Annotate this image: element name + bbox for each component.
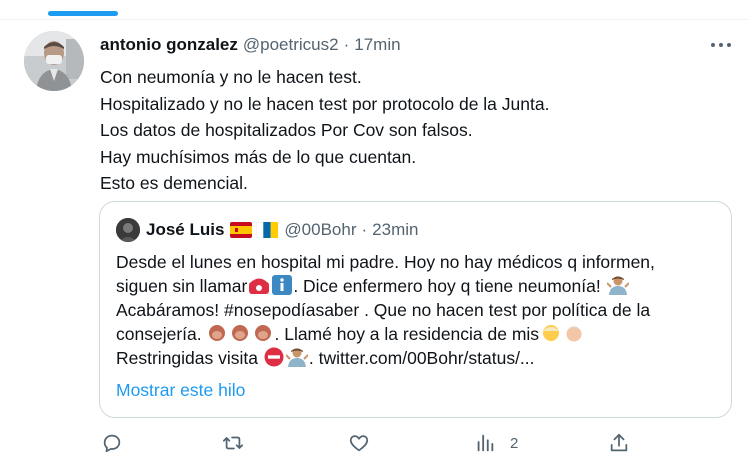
quoted-line: Restringidas visita . twitter.com/00Bohr…	[116, 346, 721, 370]
see-no-evil-monkey-icons	[209, 325, 272, 341]
quoted-author-name: José Luis	[146, 220, 225, 239]
share-icon	[610, 433, 628, 452]
views-icon	[477, 434, 494, 452]
tweet-line: Hospitalizado y no le hacen test por pro…	[100, 93, 550, 114]
action-bar: 2	[100, 430, 640, 460]
information-icon	[272, 275, 293, 295]
person-shrugging-icon	[285, 348, 308, 367]
show-thread-link[interactable]: Mostrar este hilo	[116, 380, 245, 401]
tweet-header: antonio gonzalez @poetricus2 · 17min	[100, 35, 401, 57]
quoted-line: siguen sin llamar . Dice enfermero hoy q …	[116, 274, 721, 298]
quoted-line: consejería. . Llamé hoy a la residencia …	[116, 322, 721, 346]
timestamp[interactable]: 17min	[354, 35, 400, 55]
tweet-line: Los datos de hospitalizados Por Cov son …	[100, 120, 473, 140]
tweet-line: Esto es demencial.	[100, 173, 248, 193]
author-handle[interactable]: @poetricus2	[243, 35, 339, 55]
more-icon	[711, 43, 715, 47]
avatar[interactable]	[24, 31, 84, 91]
tweet-text: Con neumonía y no le hacen test. Hospita…	[100, 64, 720, 197]
person-shrugging-icon	[606, 276, 629, 295]
quoted-text: siguen sin llamar	[116, 276, 248, 296]
separator-dot: ·	[361, 220, 368, 239]
canary-islands-flag-icon	[256, 222, 279, 238]
tweet-line: Con neumonía y no le hacen test.	[100, 67, 362, 87]
quoted-tweet[interactable]: José Luis @00Bohr · 23min Desde el lunes…	[99, 201, 732, 418]
older-adults-icons	[543, 325, 583, 342]
quoted-line: Desde el lunes en hospital mi padre. Hoy…	[116, 250, 721, 274]
retweet-button[interactable]	[222, 432, 244, 454]
quoted-line: Acabáramos! #nosepodíasaber . Que no hac…	[116, 298, 721, 322]
quoted-tweet-header: José Luis @00Bohr · 23min	[116, 217, 418, 243]
reply-button[interactable]	[101, 432, 123, 454]
reply-icon	[103, 434, 121, 453]
quoted-text: . Llamé hoy a la residencia de mis	[274, 324, 540, 344]
quoted-tweet-text: Desde el lunes en hospital mi padre. Hoy…	[116, 250, 721, 370]
author-name[interactable]: antonio gonzalez	[100, 35, 238, 55]
tweet-line: Hay muchísimos más de lo que cuentan.	[100, 146, 417, 167]
more-icon-dot	[719, 43, 723, 47]
separator-dot: ·	[343, 35, 350, 54]
like-button[interactable]	[348, 432, 370, 454]
quoted-text: . Dice enfermero hoy q tiene neumonía!	[293, 276, 601, 296]
quoted-text: consejería.	[116, 324, 202, 344]
telephone-icon	[249, 278, 270, 294]
more-options-button[interactable]	[709, 36, 733, 54]
tab-indicator	[48, 11, 118, 16]
share-button[interactable]	[608, 432, 630, 454]
quoted-avatar	[116, 218, 140, 242]
spain-flag-icon	[230, 222, 253, 238]
quoted-text: . twitter.com/00Bohr/status/...	[308, 348, 535, 368]
quoted-timestamp: 23min	[372, 220, 419, 239]
more-icon-dot	[727, 43, 731, 47]
quoted-text: Acabáramos! #nosepodíasaber . Que no hac…	[116, 300, 651, 320]
quoted-text: Desde el lunes en hospital mi padre. Hoy…	[116, 252, 655, 272]
no-entry-icon	[264, 347, 284, 367]
top-divider	[0, 19, 748, 20]
quoted-text: Restringidas visita	[116, 348, 258, 368]
avatar-photo	[24, 31, 84, 91]
views-button[interactable]: 2	[474, 432, 518, 454]
retweet-icon	[222, 436, 244, 450]
like-icon	[349, 435, 369, 452]
views-count: 2	[510, 434, 519, 452]
quoted-author-handle: @00Bohr	[284, 220, 357, 239]
